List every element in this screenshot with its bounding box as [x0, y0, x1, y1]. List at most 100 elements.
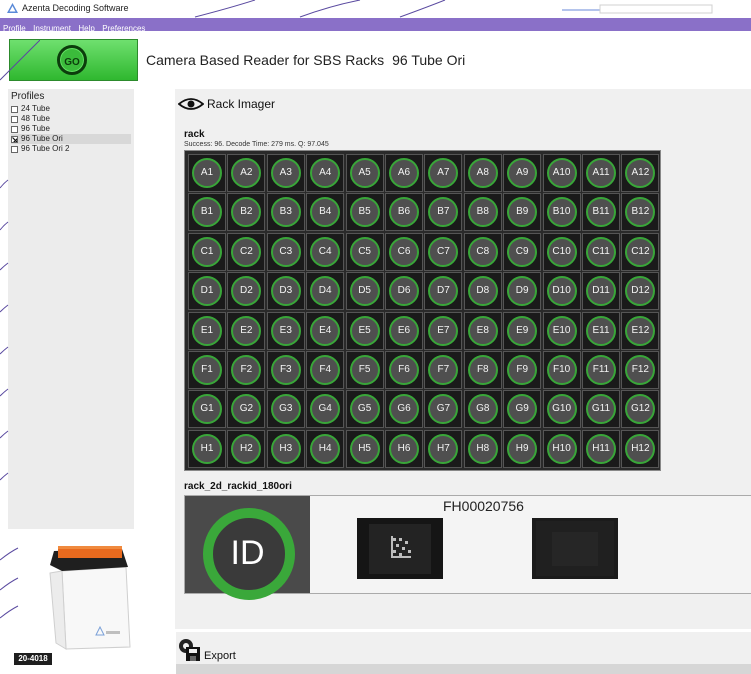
well-E1[interactable]: E1: [188, 311, 226, 350]
well-C9[interactable]: C9: [503, 232, 542, 271]
well-E3[interactable]: E3: [266, 311, 305, 350]
well-C12[interactable]: C12: [621, 232, 660, 271]
well-D10[interactable]: D10: [542, 272, 581, 311]
well-C8[interactable]: C8: [463, 232, 502, 271]
well-C2[interactable]: C2: [227, 232, 266, 271]
well-B3[interactable]: B3: [266, 193, 305, 232]
well-G3[interactable]: G3: [266, 390, 305, 429]
well-B8[interactable]: B8: [463, 193, 502, 232]
well-A7[interactable]: A7: [424, 154, 463, 192]
menu-help[interactable]: Help: [78, 22, 94, 35]
well-A4[interactable]: A4: [306, 154, 345, 192]
well-C11[interactable]: C11: [582, 232, 620, 271]
well-F6[interactable]: F6: [385, 351, 423, 389]
well-A10[interactable]: A10: [542, 154, 581, 192]
well-E4[interactable]: E4: [306, 311, 345, 350]
well-F9[interactable]: F9: [503, 351, 542, 389]
well-H3[interactable]: H3: [266, 429, 305, 468]
well-G12[interactable]: G12: [621, 390, 660, 429]
well-A1[interactable]: A1: [188, 154, 226, 192]
well-A9[interactable]: A9: [503, 154, 542, 192]
well-F11[interactable]: F11: [582, 351, 620, 389]
well-G2[interactable]: G2: [227, 390, 266, 429]
well-E10[interactable]: E10: [542, 311, 581, 350]
well-E9[interactable]: E9: [503, 311, 542, 350]
export-section[interactable]: Export: [176, 632, 751, 666]
well-G9[interactable]: G9: [503, 390, 542, 429]
well-F12[interactable]: F12: [621, 351, 660, 389]
well-D9[interactable]: D9: [503, 272, 542, 311]
well-B12[interactable]: B12: [621, 193, 660, 232]
well-H9[interactable]: H9: [503, 429, 542, 468]
well-D5[interactable]: D5: [345, 272, 384, 311]
menu-preferences[interactable]: Preferences: [102, 22, 145, 35]
well-D7[interactable]: D7: [424, 272, 463, 311]
well-G4[interactable]: G4: [306, 390, 345, 429]
well-A11[interactable]: A11: [582, 154, 620, 192]
well-A5[interactable]: A5: [345, 154, 384, 192]
well-G10[interactable]: G10: [542, 390, 581, 429]
well-C6[interactable]: C6: [385, 232, 423, 271]
well-H10[interactable]: H10: [542, 429, 581, 468]
well-B7[interactable]: B7: [424, 193, 463, 232]
well-B1[interactable]: B1: [188, 193, 226, 232]
well-B11[interactable]: B11: [582, 193, 620, 232]
well-F7[interactable]: F7: [424, 351, 463, 389]
well-B2[interactable]: B2: [227, 193, 266, 232]
well-G11[interactable]: G11: [582, 390, 620, 429]
well-G6[interactable]: G6: [385, 390, 423, 429]
well-A6[interactable]: A6: [385, 154, 423, 192]
well-H7[interactable]: H7: [424, 429, 463, 468]
well-F2[interactable]: F2: [227, 351, 266, 389]
well-E12[interactable]: E12: [621, 311, 660, 350]
well-G8[interactable]: G8: [463, 390, 502, 429]
well-D6[interactable]: D6: [385, 272, 423, 311]
well-D12[interactable]: D12: [621, 272, 660, 311]
well-D3[interactable]: D3: [266, 272, 305, 311]
well-C10[interactable]: C10: [542, 232, 581, 271]
well-H4[interactable]: H4: [306, 429, 345, 468]
well-B6[interactable]: B6: [385, 193, 423, 232]
well-B4[interactable]: B4: [306, 193, 345, 232]
well-C3[interactable]: C3: [266, 232, 305, 271]
well-F10[interactable]: F10: [542, 351, 581, 389]
well-D11[interactable]: D11: [582, 272, 620, 311]
well-A3[interactable]: A3: [266, 154, 305, 192]
well-H12[interactable]: H12: [621, 429, 660, 468]
well-F4[interactable]: F4: [306, 351, 345, 389]
well-B10[interactable]: B10: [542, 193, 581, 232]
well-E2[interactable]: E2: [227, 311, 266, 350]
well-label: A9: [516, 167, 529, 178]
well-C7[interactable]: C7: [424, 232, 463, 271]
well-H6[interactable]: H6: [385, 429, 423, 468]
well-D1[interactable]: D1: [188, 272, 226, 311]
well-F3[interactable]: F3: [266, 351, 305, 389]
well-E6[interactable]: E6: [385, 311, 423, 350]
well-G1[interactable]: G1: [188, 390, 226, 429]
well-H11[interactable]: H11: [582, 429, 620, 468]
well-B9[interactable]: B9: [503, 193, 542, 232]
well-H1[interactable]: H1: [188, 429, 226, 468]
well-E5[interactable]: E5: [345, 311, 384, 350]
well-E11[interactable]: E11: [582, 311, 620, 350]
well-G7[interactable]: G7: [424, 390, 463, 429]
well-A2[interactable]: A2: [227, 154, 266, 192]
well-F5[interactable]: F5: [345, 351, 384, 389]
well-G5[interactable]: G5: [345, 390, 384, 429]
well-F8[interactable]: F8: [463, 351, 502, 389]
well-D8[interactable]: D8: [463, 272, 502, 311]
well-E8[interactable]: E8: [463, 311, 502, 350]
well-B5[interactable]: B5: [345, 193, 384, 232]
well-H8[interactable]: H8: [463, 429, 502, 468]
well-A12[interactable]: A12: [621, 154, 660, 192]
well-H2[interactable]: H2: [227, 429, 266, 468]
well-E7[interactable]: E7: [424, 311, 463, 350]
well-D2[interactable]: D2: [227, 272, 266, 311]
well-D4[interactable]: D4: [306, 272, 345, 311]
well-H5[interactable]: H5: [345, 429, 384, 468]
well-C4[interactable]: C4: [306, 232, 345, 271]
well-A8[interactable]: A8: [463, 154, 502, 192]
well-C5[interactable]: C5: [345, 232, 384, 271]
well-F1[interactable]: F1: [188, 351, 226, 389]
well-C1[interactable]: C1: [188, 232, 226, 271]
